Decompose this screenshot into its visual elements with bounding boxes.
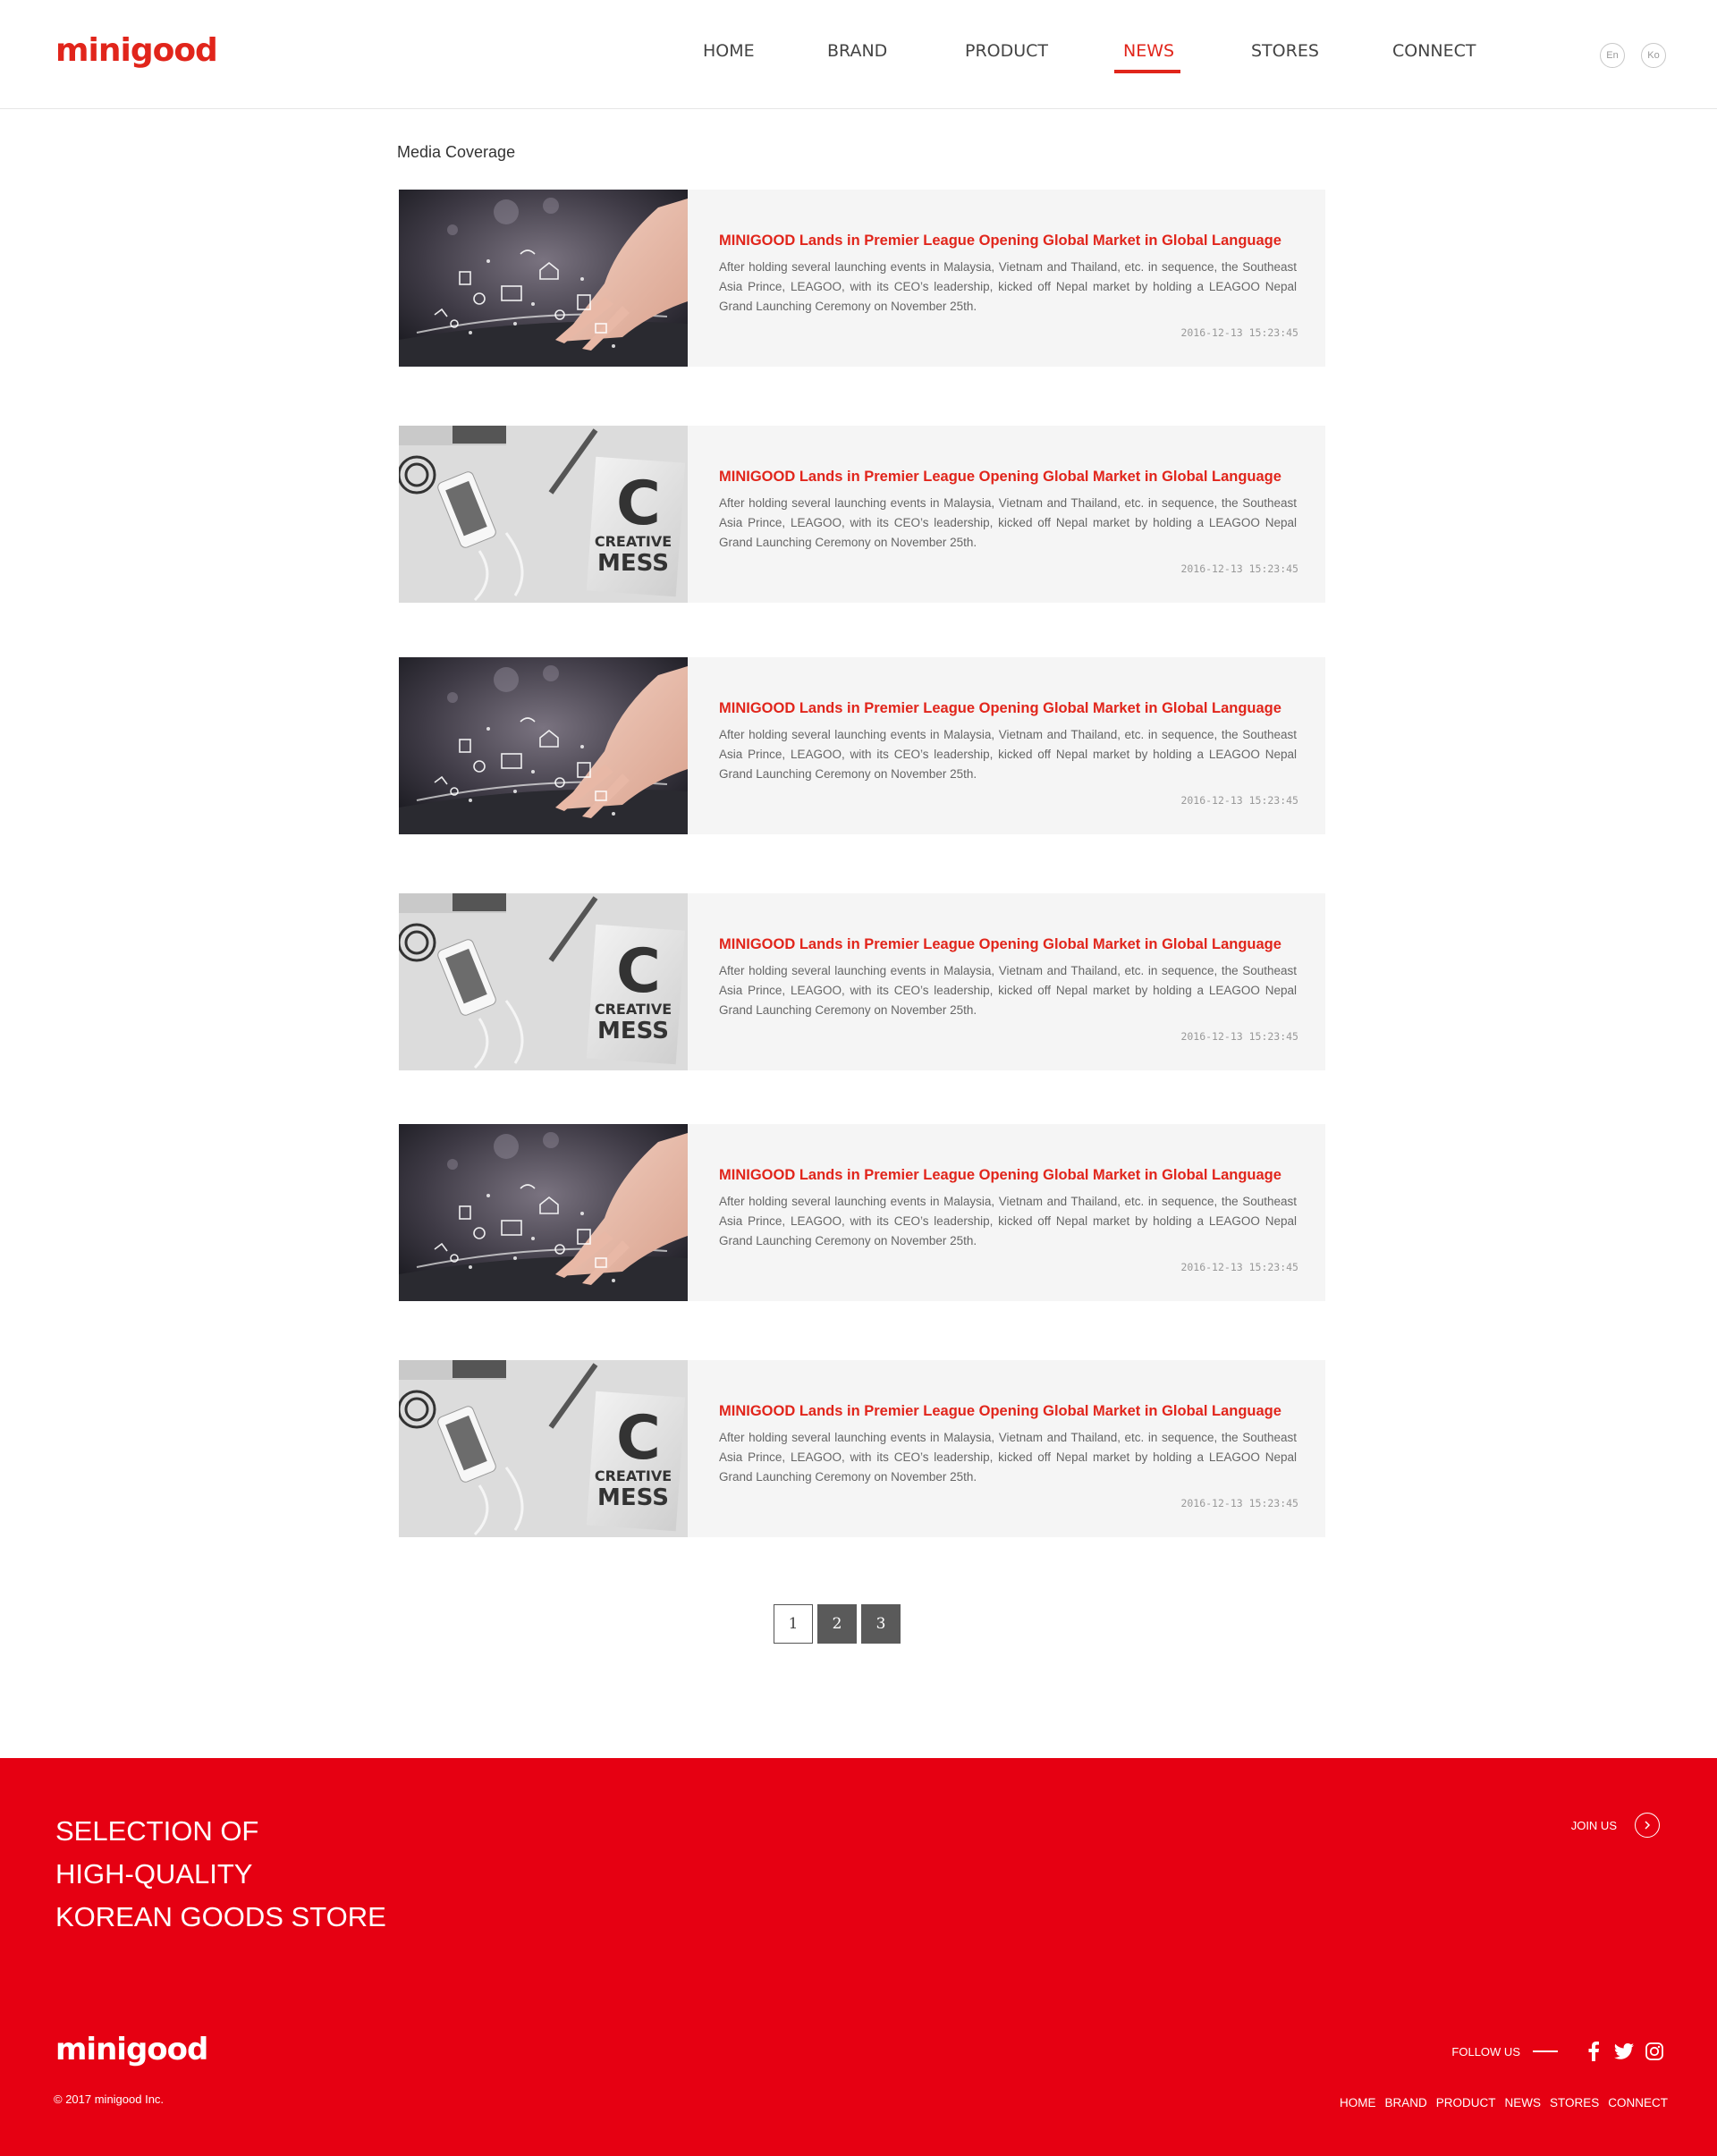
article-date: 2016-12-13 15:23:45 <box>1180 1497 1298 1509</box>
creative-mess-mess: MESS <box>597 550 669 577</box>
footer-nav-home[interactable]: HOME <box>1340 2096 1376 2109</box>
main-nav: HOME BRAND PRODUCT NEWS STORES CONNECT <box>0 0 1717 109</box>
creative-mess-creative: CREATIVE <box>595 533 672 550</box>
article-card[interactable]: C CREATIVE MESS MINIGOOD Lands in Premie… <box>399 1360 1325 1537</box>
divider <box>1533 2050 1558 2052</box>
article-title[interactable]: MINIGOOD Lands in Premier League Opening… <box>719 469 1281 486</box>
site-footer: SELECTION OF HIGH-QUALITY KOREAN GOODS S… <box>0 1758 1717 2156</box>
join-us-link[interactable]: JOIN US <box>1571 1812 1660 1839</box>
join-us-label: JOIN US <box>1570 1818 1617 1832</box>
tablet-hand-image[interactable] <box>399 190 688 367</box>
creative-mess-c: C <box>616 1403 661 1474</box>
nav-item-brand[interactable]: BRAND <box>827 41 887 61</box>
follow-us: FOLLOW US <box>1451 2041 1665 2062</box>
article-card[interactable]: MINIGOOD Lands in Premier League Opening… <box>399 1124 1325 1301</box>
tablet-hand-image[interactable] <box>399 1124 688 1301</box>
tablet-hand-image[interactable] <box>399 657 688 834</box>
creative-mess-creative: CREATIVE <box>595 1467 672 1484</box>
footer-logo[interactable]: minigood <box>55 2032 208 2067</box>
footer-nav: HOME BRAND PRODUCT NEWS STORES CONNECT <box>1331 2096 1668 2109</box>
article-excerpt: After holding several launching events i… <box>719 496 1297 549</box>
tagline-line-3: KOREAN GOODS STORE <box>55 1901 386 1932</box>
article-card[interactable]: C CREATIVE MESS MINIGOOD Lands in Premie… <box>399 893 1325 1070</box>
article-date: 2016-12-13 15:23:45 <box>1180 326 1298 339</box>
tagline-line-2: HIGH-QUALITY <box>55 1858 253 1890</box>
article-excerpt: After holding several launching events i… <box>719 1431 1297 1484</box>
article-excerpt: After holding several launching events i… <box>719 1195 1297 1247</box>
footer-nav-news[interactable]: NEWS <box>1504 2096 1541 2109</box>
article-title[interactable]: MINIGOOD Lands in Premier League Opening… <box>719 700 1281 717</box>
active-nav-underline <box>1114 70 1180 73</box>
nav-item-home[interactable]: HOME <box>703 41 755 61</box>
nav-item-news[interactable]: NEWS <box>1123 41 1174 61</box>
article-title[interactable]: MINIGOOD Lands in Premier League Opening… <box>719 1167 1281 1184</box>
creative-mess-creative: CREATIVE <box>595 1001 672 1018</box>
creative-mess-mess: MESS <box>597 1484 669 1511</box>
nav-item-connect[interactable]: CONNECT <box>1392 41 1476 61</box>
page-1-button[interactable]: 1 <box>774 1604 813 1644</box>
creative-mess-image[interactable]: C CREATIVE MESS <box>399 893 688 1070</box>
footer-nav-stores[interactable]: STORES <box>1550 2096 1599 2109</box>
creative-mess-image[interactable]: C CREATIVE MESS <box>399 1360 688 1537</box>
article-excerpt: After holding several launching events i… <box>719 964 1297 1017</box>
article-title[interactable]: MINIGOOD Lands in Premier League Opening… <box>719 936 1281 953</box>
creative-mess-c: C <box>616 936 661 1007</box>
article-title[interactable]: MINIGOOD Lands in Premier League Opening… <box>719 1403 1281 1420</box>
copyright: © 2017 minigood Inc. <box>54 2093 165 2106</box>
language-en-button[interactable]: En <box>1600 43 1625 68</box>
article-card[interactable]: MINIGOOD Lands in Premier League Opening… <box>399 190 1325 367</box>
twitter-icon[interactable] <box>1613 2041 1635 2062</box>
article-excerpt: After holding several launching events i… <box>719 728 1297 781</box>
creative-mess-c: C <box>616 469 661 539</box>
article-date: 2016-12-13 15:23:45 <box>1180 1261 1298 1273</box>
creative-mess-image[interactable]: C CREATIVE MESS <box>399 426 688 603</box>
article-date: 2016-12-13 15:23:45 <box>1180 794 1298 807</box>
footer-tagline: SELECTION OF HIGH-QUALITY KOREAN GOODS S… <box>55 1810 386 1939</box>
tagline-line-1: SELECTION OF <box>55 1815 259 1847</box>
article-card[interactable]: MINIGOOD Lands in Premier League Opening… <box>399 657 1325 834</box>
site-header: minigood HOME BRAND PRODUCT NEWS STORES … <box>0 0 1717 109</box>
section-title: Media Coverage <box>397 143 516 161</box>
creative-mess-mess: MESS <box>597 1018 669 1044</box>
nav-item-product[interactable]: PRODUCT <box>965 41 1048 61</box>
article-title[interactable]: MINIGOOD Lands in Premier League Opening… <box>719 233 1281 249</box>
footer-nav-brand[interactable]: BRAND <box>1384 2096 1426 2109</box>
page-3-button[interactable]: 3 <box>861 1604 901 1644</box>
facebook-icon[interactable] <box>1583 2041 1604 2062</box>
instagram-icon[interactable] <box>1644 2041 1665 2062</box>
article-date: 2016-12-13 15:23:45 <box>1180 1030 1298 1043</box>
nav-item-stores[interactable]: STORES <box>1251 41 1319 61</box>
page-2-button[interactable]: 2 <box>817 1604 857 1644</box>
article-card[interactable]: C CREATIVE MESS MINIGOOD Lands in Premie… <box>399 426 1325 603</box>
follow-us-label: FOLLOW US <box>1451 2044 1520 2059</box>
article-date: 2016-12-13 15:23:45 <box>1180 562 1298 575</box>
article-excerpt: After holding several launching events i… <box>719 260 1297 313</box>
language-ko-button[interactable]: Ko <box>1641 43 1666 68</box>
footer-nav-connect[interactable]: CONNECT <box>1608 2096 1668 2109</box>
footer-nav-product[interactable]: PRODUCT <box>1436 2096 1496 2109</box>
chevron-right-icon[interactable] <box>1635 1813 1660 1838</box>
